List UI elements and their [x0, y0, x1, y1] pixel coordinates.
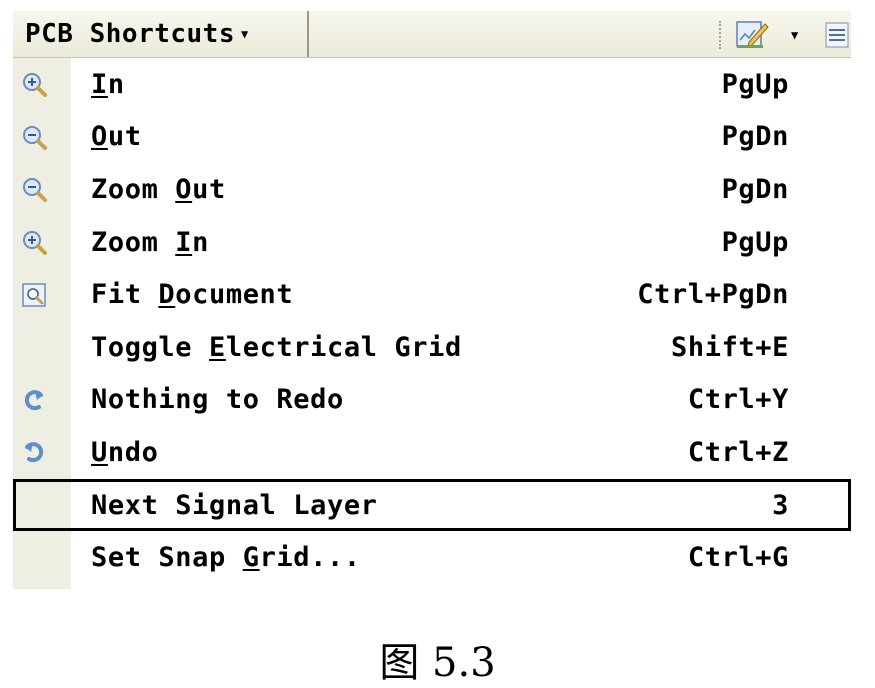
menu-item-zoom-in[interactable]: Zoom In PgUp	[13, 216, 851, 269]
list-icon[interactable]	[825, 22, 849, 48]
menu-items: In PgUp Out PgDn Zoom Out PgDn Zoom In P…	[13, 58, 851, 584]
toolbar-title: PCB Shortcuts	[25, 19, 235, 49]
menu-item-shortcut: Ctrl+Y	[687, 384, 789, 416]
pcb-shortcuts-dropdown[interactable]: PCB Shortcuts ▼	[13, 11, 309, 57]
menu-item-shortcut: PgDn	[721, 121, 789, 153]
menu-item-set-snap-grid[interactable]: Set Snap Grid... Ctrl+G	[13, 531, 851, 584]
menu-item-shortcut: Ctrl+PgDn	[637, 279, 789, 311]
menu-item-label: Out	[91, 121, 142, 153]
zoom-out-icon	[21, 176, 47, 203]
caret-down-icon[interactable]: ▼	[791, 28, 798, 42]
menu-item-shortcut: Shift+E	[671, 331, 789, 363]
menu-item-label: Zoom Out	[91, 173, 226, 205]
zoom-in-icon	[21, 229, 47, 256]
redo-icon	[21, 387, 47, 413]
menu-item-toggle-electrical-grid[interactable]: Toggle Electrical Grid Shift+E	[13, 321, 851, 374]
document-edit-icon[interactable]	[735, 18, 771, 50]
toolbar: PCB Shortcuts ▼ ▼	[13, 11, 851, 58]
menu-item-out[interactable]: Out PgDn	[13, 111, 851, 164]
menu-item-undo[interactable]: Undo Ctrl+Z	[13, 426, 851, 479]
menu-item-shortcut: Ctrl+Z	[687, 436, 789, 468]
menu-item-label: Set Snap Grid...	[91, 542, 361, 574]
menu-item-fit-document[interactable]: Fit Document Ctrl+PgDn	[13, 268, 851, 321]
menu-item-next-signal-layer[interactable]: Next Signal Layer 3	[13, 478, 851, 532]
menu-item-shortcut: PgDn	[721, 173, 789, 205]
menu-item-label: In	[91, 68, 125, 100]
caret-down-icon: ▼	[241, 27, 249, 41]
pcb-shortcuts-menu: PCB Shortcuts ▼ ▼ In PgUp Out PgDn Zoom …	[13, 11, 851, 589]
menu-item-label: Undo	[91, 436, 159, 468]
figure-caption: 图 5.3	[379, 640, 496, 686]
menu-item-label: Next Signal Layer	[91, 489, 378, 521]
menu-item-label: Fit Document	[91, 279, 294, 311]
toolbar-grip[interactable]	[719, 21, 723, 49]
menu-item-zoom-out[interactable]: Zoom Out PgDn	[13, 163, 851, 216]
zoom-out-icon	[21, 124, 47, 150]
zoom-in-icon	[21, 71, 47, 98]
menu-item-in[interactable]: In PgUp	[13, 58, 851, 111]
menu-item-shortcut: PgUp	[721, 226, 789, 258]
menu-item-shortcut: Ctrl+G	[687, 542, 789, 574]
menu-item-label: Toggle Electrical Grid	[91, 331, 462, 363]
menu-item-label: Nothing to Redo	[91, 384, 344, 416]
menu-item-shortcut: 3	[772, 489, 789, 521]
fit-document-icon	[21, 282, 47, 308]
menu-item-nothing-to-redo[interactable]: Nothing to Redo Ctrl+Y	[13, 374, 851, 427]
menu-item-label: Zoom In	[91, 226, 209, 258]
menu-item-shortcut: PgUp	[721, 68, 789, 100]
undo-icon	[21, 439, 47, 465]
